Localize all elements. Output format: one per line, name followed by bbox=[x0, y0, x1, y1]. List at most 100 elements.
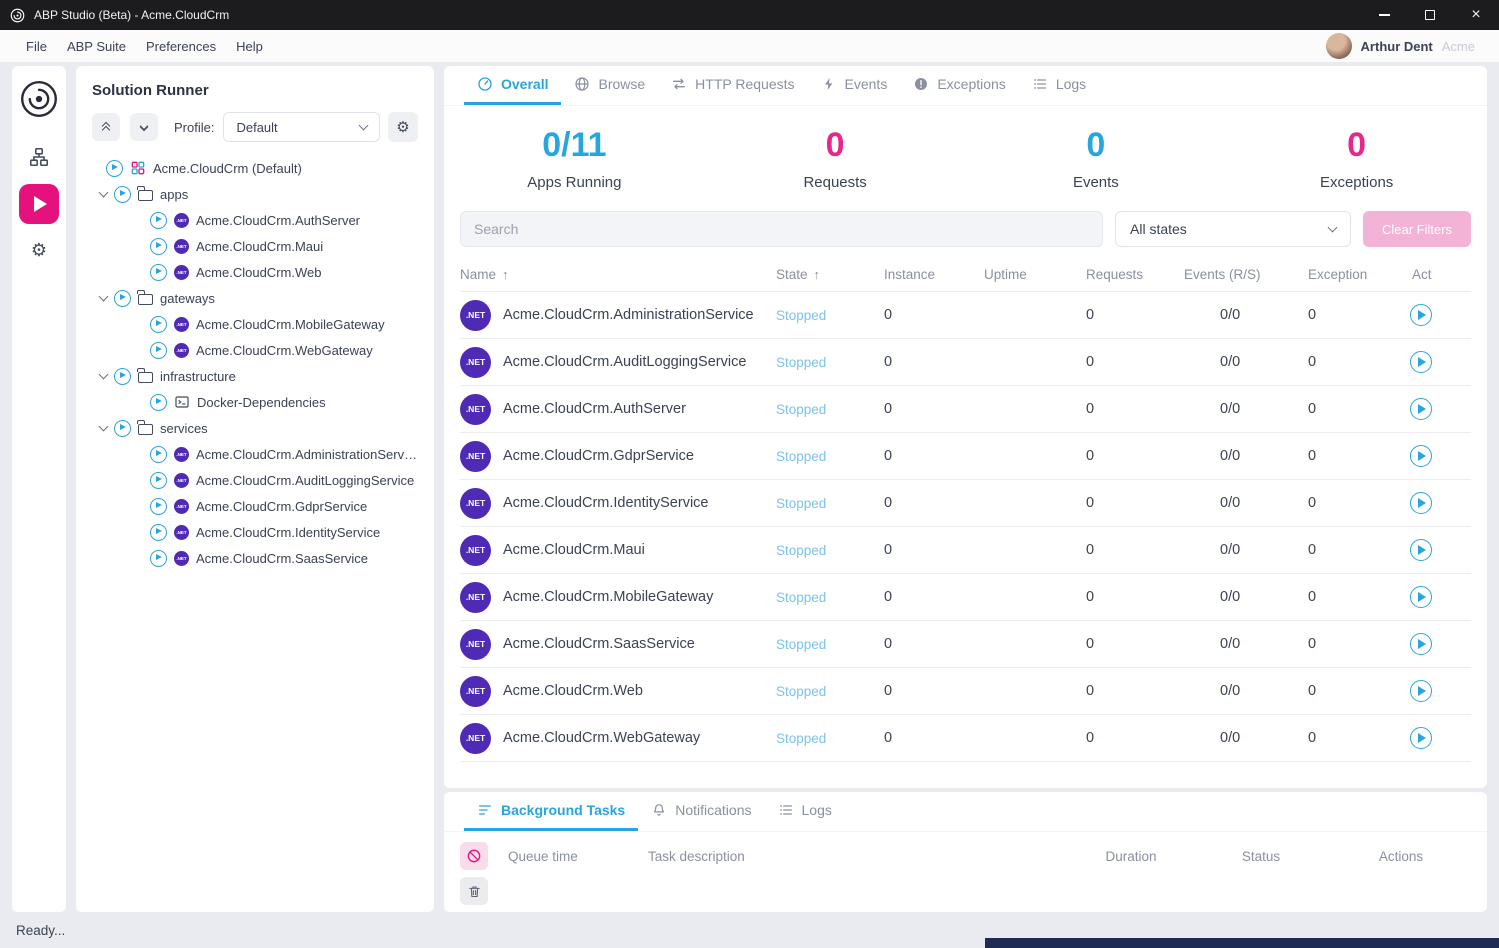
tree-item-app[interactable]: .NET Acme.CloudCrm.AuthServer bbox=[92, 207, 418, 233]
column-label: State bbox=[776, 267, 808, 282]
tree-item-docker[interactable]: Docker-Dependencies bbox=[92, 389, 418, 415]
tab-background-tasks[interactable]: Background Tasks bbox=[464, 792, 638, 831]
state-value: Stopped bbox=[776, 449, 874, 464]
play-icon[interactable] bbox=[150, 212, 167, 229]
chevron-down-icon[interactable] bbox=[99, 188, 109, 198]
play-icon[interactable] bbox=[150, 238, 167, 255]
settings-rail-button[interactable]: ⚙ bbox=[24, 236, 54, 266]
play-icon[interactable] bbox=[150, 550, 167, 567]
lightning-icon bbox=[821, 76, 837, 92]
column-header-state[interactable]: State↑ bbox=[776, 257, 874, 291]
exceptions-value: 0 bbox=[1298, 401, 1396, 417]
menu-abp-suite[interactable]: ABP Suite bbox=[57, 39, 136, 54]
play-icon[interactable] bbox=[150, 316, 167, 333]
start-app-button[interactable] bbox=[1410, 304, 1432, 326]
clear-tasks-button[interactable] bbox=[460, 877, 488, 905]
user-area[interactable]: Arthur Dent Acme bbox=[1326, 33, 1475, 59]
clear-filters-button[interactable]: Clear Filters bbox=[1363, 211, 1471, 247]
profile-select[interactable]: Default bbox=[223, 112, 380, 142]
column-header-actions[interactable]: Act bbox=[1396, 257, 1471, 291]
tree-item-app[interactable]: .NET Acme.CloudCrm.AuditLoggingService bbox=[92, 467, 418, 493]
chevron-down-icon[interactable] bbox=[99, 370, 109, 380]
cancel-tasks-button[interactable] bbox=[460, 842, 488, 870]
play-icon[interactable] bbox=[114, 420, 131, 437]
minimize-button[interactable] bbox=[1361, 0, 1407, 30]
chevron-down-icon[interactable] bbox=[99, 422, 109, 432]
search-box[interactable] bbox=[460, 211, 1103, 247]
play-icon[interactable] bbox=[150, 472, 167, 489]
tab-overall[interactable]: Overall bbox=[464, 66, 561, 105]
tab-exceptions[interactable]: Exceptions bbox=[900, 66, 1018, 105]
play-icon[interactable] bbox=[150, 342, 167, 359]
collapse-all-button[interactable] bbox=[92, 113, 120, 141]
tab-notifications[interactable]: Notifications bbox=[638, 792, 764, 831]
tree-item-app[interactable]: .NET Acme.CloudCrm.Web bbox=[92, 259, 418, 285]
column-header-events[interactable]: Events (R/S) bbox=[1174, 257, 1298, 291]
column-header-exception[interactable]: Exception bbox=[1298, 257, 1396, 291]
tree-item-folder-services[interactable]: services bbox=[92, 415, 418, 441]
menu-file[interactable]: File bbox=[16, 39, 57, 54]
state-filter-select[interactable]: All states bbox=[1115, 211, 1351, 247]
play-icon[interactable] bbox=[150, 524, 167, 541]
globe-icon bbox=[574, 76, 590, 92]
start-app-button[interactable] bbox=[1410, 727, 1432, 749]
chevron-down-icon[interactable] bbox=[99, 292, 109, 302]
play-icon[interactable] bbox=[106, 160, 123, 177]
start-app-button[interactable] bbox=[1410, 586, 1432, 608]
column-header-instance[interactable]: Instance bbox=[874, 257, 974, 291]
tree-item-app[interactable]: .NET Acme.CloudCrm.SaasService bbox=[92, 545, 418, 571]
exceptions-value: 0 bbox=[1298, 448, 1396, 464]
dotnet-icon: .NET bbox=[460, 535, 491, 566]
close-button[interactable]: × bbox=[1453, 0, 1499, 30]
play-icon[interactable] bbox=[150, 264, 167, 281]
user-avatar[interactable] bbox=[1326, 33, 1352, 59]
stat-events: 0 Events bbox=[966, 126, 1227, 191]
play-icon[interactable] bbox=[114, 368, 131, 385]
expand-all-button[interactable] bbox=[130, 113, 158, 141]
search-input[interactable] bbox=[474, 221, 1089, 237]
play-icon[interactable] bbox=[150, 446, 167, 463]
menu-preferences[interactable]: Preferences bbox=[136, 39, 226, 54]
tree-item-app[interactable]: .NET Acme.CloudCrm.IdentityService bbox=[92, 519, 418, 545]
tree-item-folder-gateways[interactable]: gateways bbox=[92, 285, 418, 311]
list-icon bbox=[778, 802, 794, 818]
folder-icon bbox=[138, 424, 153, 435]
column-header-name[interactable]: Name↑ bbox=[460, 257, 776, 291]
start-app-button[interactable] bbox=[1410, 492, 1432, 514]
start-app-button[interactable] bbox=[1410, 680, 1432, 702]
tree-item-app[interactable]: .NET Acme.CloudCrm.WebGateway bbox=[92, 337, 418, 363]
start-app-button[interactable] bbox=[1410, 351, 1432, 373]
tab-logs[interactable]: Logs bbox=[1019, 66, 1099, 105]
tree-item-app[interactable]: .NET Acme.CloudCrm.Maui bbox=[92, 233, 418, 259]
exceptions-value: 0 bbox=[1298, 542, 1396, 558]
tree-item-label: apps bbox=[160, 187, 188, 202]
tree-item-app[interactable]: .NET Acme.CloudCrm.MobileGateway bbox=[92, 311, 418, 337]
play-icon[interactable] bbox=[150, 498, 167, 515]
solution-runner-rail-button[interactable] bbox=[19, 184, 59, 224]
tab-browse[interactable]: Browse bbox=[561, 66, 658, 105]
start-app-button[interactable] bbox=[1410, 445, 1432, 467]
column-header-requests[interactable]: Requests bbox=[1076, 257, 1174, 291]
app-name: Acme.CloudCrm.AuditLoggingService bbox=[503, 354, 746, 370]
maximize-button[interactable] bbox=[1407, 0, 1453, 30]
dotnet-icon: .NET bbox=[174, 213, 189, 228]
tab-logs-bottom[interactable]: Logs bbox=[765, 792, 845, 831]
tab-http-requests[interactable]: HTTP Requests bbox=[658, 66, 807, 105]
play-icon[interactable] bbox=[114, 290, 131, 307]
play-icon[interactable] bbox=[114, 186, 131, 203]
start-app-button[interactable] bbox=[1410, 633, 1432, 655]
profile-settings-button[interactable]: ⚙ bbox=[388, 112, 418, 142]
events-value: 0/0 bbox=[1174, 683, 1298, 699]
tree-item-solution-root[interactable]: Acme.CloudCrm (Default) bbox=[92, 155, 418, 181]
solution-explorer-icon[interactable] bbox=[24, 142, 54, 172]
tree-item-folder-apps[interactable]: apps bbox=[92, 181, 418, 207]
menu-help[interactable]: Help bbox=[226, 39, 273, 54]
play-icon[interactable] bbox=[150, 394, 167, 411]
tab-events[interactable]: Events bbox=[808, 66, 901, 105]
tree-item-app[interactable]: .NET Acme.CloudCrm.GdprService bbox=[92, 493, 418, 519]
column-header-uptime[interactable]: Uptime bbox=[974, 257, 1076, 291]
tree-item-folder-infrastructure[interactable]: infrastructure bbox=[92, 363, 418, 389]
tree-item-app[interactable]: .NET Acme.CloudCrm.AdministrationService bbox=[92, 441, 418, 467]
start-app-button[interactable] bbox=[1410, 539, 1432, 561]
start-app-button[interactable] bbox=[1410, 398, 1432, 420]
